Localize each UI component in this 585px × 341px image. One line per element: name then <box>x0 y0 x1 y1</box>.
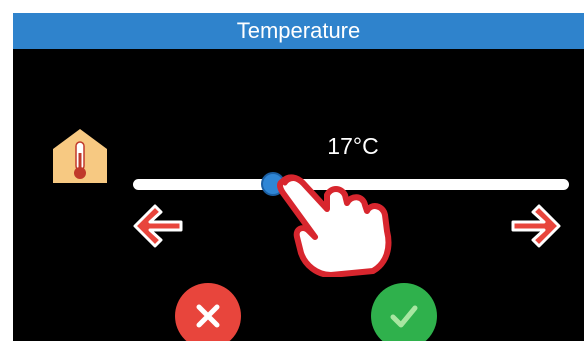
cancel-button[interactable] <box>175 283 241 341</box>
arrow-right-icon[interactable] <box>509 202 563 250</box>
close-icon <box>196 304 220 328</box>
arrow-left-icon[interactable] <box>131 202 185 250</box>
confirm-button[interactable] <box>371 283 437 341</box>
temperature-slider-track[interactable] <box>133 179 569 190</box>
title-bar: Temperature <box>13 13 584 49</box>
house-thermometer-icon <box>53 129 107 183</box>
temperature-value: 17°C <box>327 133 379 159</box>
device-screen: Temperature 17°C <box>13 13 584 341</box>
page-title: Temperature <box>236 18 361 43</box>
checkmark-icon <box>390 305 418 328</box>
temperature-slider-thumb[interactable] <box>260 172 285 196</box>
